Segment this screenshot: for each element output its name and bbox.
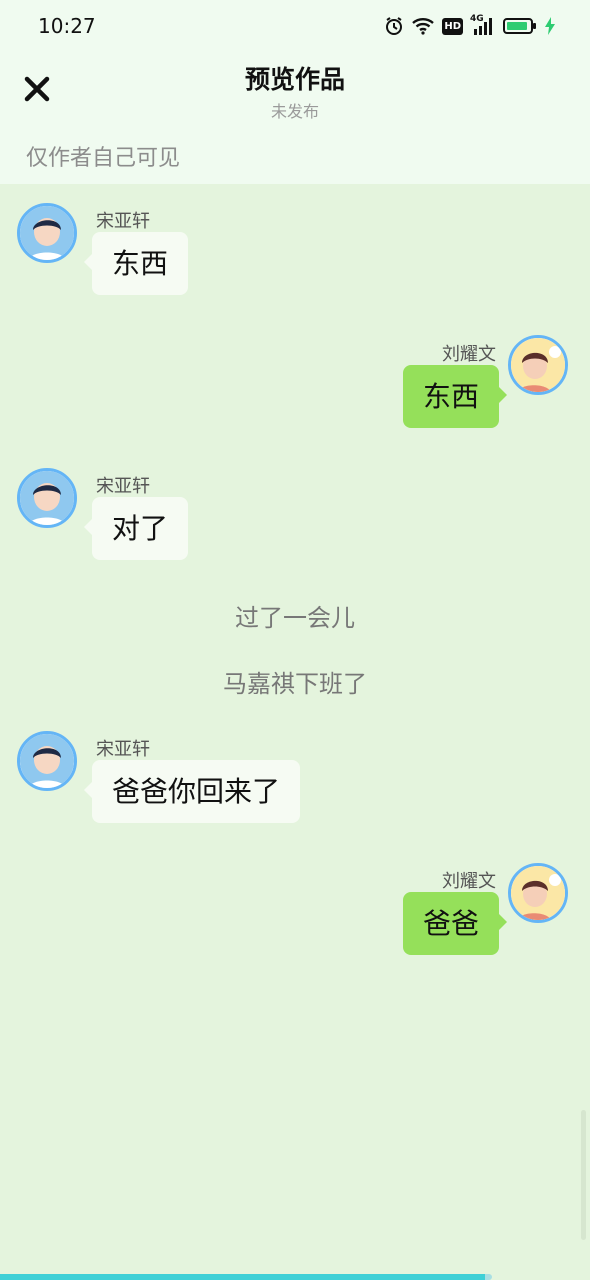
status-bar: 10:27 HD 4G (0, 0, 590, 52)
status-icons: HD 4G (384, 14, 556, 38)
avatar-liu-yaowen[interactable] (508, 335, 568, 395)
message-bubble[interactable]: 东西 (403, 365, 508, 428)
wifi-icon (411, 17, 435, 35)
narration-text: 过了一会儿 (235, 604, 355, 632)
status-time: 10:27 (38, 14, 96, 38)
sender-name: 宋亚轩 (96, 211, 150, 232)
sender-name: 宋亚轩 (96, 476, 150, 497)
hd-icon: HD (442, 17, 463, 35)
message-bubble[interactable]: 爸爸 (403, 892, 508, 955)
bottom-progress-fill (0, 1274, 485, 1280)
avatar-song-yaxuan[interactable] (17, 468, 77, 528)
avatar-liu-yaowen[interactable] (508, 863, 568, 923)
narration-text: 马嘉祺下班了 (223, 670, 367, 698)
battery-icon (503, 17, 537, 35)
header: 预览作品 未发布 仅作者自己可见 (0, 52, 590, 184)
sender-name: 刘耀文 (442, 344, 496, 365)
alarm-icon (384, 16, 404, 36)
charging-icon (544, 17, 556, 35)
avatar-song-yaxuan[interactable] (17, 203, 77, 263)
message-bubble[interactable]: 东西 (83, 232, 189, 295)
sender-name: 刘耀文 (442, 871, 496, 892)
sender-name: 宋亚轩 (96, 739, 150, 760)
message-bubble[interactable]: 对了 (83, 497, 189, 560)
signal-4g-icon: 4G (470, 14, 496, 36)
page-title: 预览作品 (244, 65, 345, 94)
message-bubble[interactable]: 爸爸你回来了 (83, 760, 301, 823)
chat-area[interactable]: 宋亚轩 东西 刘耀文 东西 宋亚轩 对了 过了一会儿 马嘉祺下班了 宋亚轩 爸爸… (0, 184, 590, 1274)
visibility-note: 仅作者自己可见 (26, 146, 181, 171)
avatar-song-yaxuan[interactable] (17, 731, 77, 791)
page-subtitle: 未发布 (270, 102, 319, 121)
scrollbar-thumb[interactable] (581, 1110, 586, 1240)
